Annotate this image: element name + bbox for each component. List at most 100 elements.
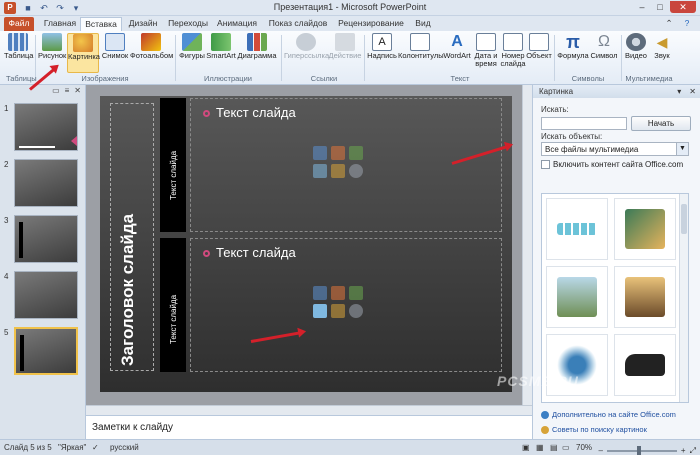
language[interactable]: русский [110, 440, 139, 455]
screenshot-icon [105, 33, 125, 51]
slide-canvas[interactable]: Заголовок слайда Текст слайда Текст слай… [100, 96, 512, 392]
hyperlink-button[interactable]: Гиперссылка [284, 33, 329, 73]
more-on-office-link[interactable]: Дополнительно на сайте Office.com [541, 410, 676, 419]
group-images-label: Изображения [81, 74, 129, 83]
video-button[interactable]: Видео [623, 33, 649, 73]
insert-media-icon[interactable] [349, 164, 363, 178]
clipart-result[interactable] [614, 198, 676, 260]
insert-chart-icon[interactable] [331, 146, 345, 160]
smartart-button[interactable]: SmartArt [206, 33, 236, 73]
action-button[interactable]: Действие [328, 33, 362, 73]
slide-thumbnail-1[interactable] [14, 103, 78, 151]
content-placeholder-2[interactable]: Текст слайда [190, 238, 502, 372]
close-window-icon[interactable]: ✕ [670, 1, 696, 13]
results-scrollbar[interactable] [679, 194, 688, 402]
outline-tab-icon[interactable]: ≡ [65, 85, 70, 97]
tab-animation[interactable]: Анимация [214, 17, 260, 31]
chart-button[interactable]: Диаграмма [236, 33, 278, 73]
clipart-result[interactable] [546, 198, 608, 260]
slides-tab-icon[interactable]: ▭ [52, 85, 60, 97]
textbox-button[interactable]: A Надпись [366, 33, 398, 73]
zoom-level[interactable]: 70% [576, 440, 592, 455]
help-icon[interactable]: ? [680, 17, 694, 31]
clipart-results [541, 193, 689, 403]
header-footer-button[interactable]: Колонтитулы [398, 33, 444, 73]
clipart-result[interactable] [614, 334, 676, 396]
hyperlink-icon [296, 33, 316, 51]
insert-picture-icon[interactable] [313, 304, 327, 318]
insert-table-icon[interactable] [313, 146, 327, 160]
fit-to-window-icon[interactable]: ⤢ [690, 443, 696, 455]
normal-view-icon[interactable]: ▣ [522, 440, 530, 455]
media-types-select[interactable]: Все файлы мультимедиа ▼ [541, 142, 689, 156]
wordart-button[interactable]: A WordArt [442, 33, 472, 73]
group-text-label: Текст [450, 74, 470, 83]
wordart-icon: A [451, 33, 463, 50]
tab-slideshow[interactable]: Показ слайдов [264, 17, 332, 31]
tab-review[interactable]: Рецензирование [334, 17, 408, 31]
insert-media-icon[interactable] [349, 304, 363, 318]
insert-table-icon[interactable] [313, 286, 327, 300]
clipart-button[interactable]: Картинка [67, 33, 100, 73]
insert-clipart-icon[interactable] [331, 304, 345, 318]
slide-number-button[interactable]: Номер слайда [500, 33, 526, 73]
editor-vertical-scrollbar[interactable] [522, 85, 532, 405]
tab-view[interactable]: Вид [410, 17, 436, 31]
clipart-result[interactable] [546, 266, 608, 328]
photo-album-button[interactable]: Фотоальбом [130, 33, 173, 73]
screenshot-button[interactable]: Снимок [101, 33, 129, 73]
clipart-search-input[interactable] [541, 117, 627, 130]
zoom-out-icon[interactable]: – [598, 443, 602, 455]
thumbnail-number: 4 [4, 272, 9, 281]
tab-design[interactable]: Дизайн [124, 17, 162, 31]
slideshow-view-icon[interactable]: ▭ [562, 440, 570, 455]
clipart-thumbnail [625, 354, 665, 376]
search-tips-link[interactable]: Советы по поиску картинок [541, 425, 647, 434]
checkbox-icon [541, 160, 550, 169]
zoom-in-icon[interactable]: + [681, 443, 686, 455]
insert-smartart-icon[interactable] [349, 146, 363, 160]
minimize-ribbon-icon[interactable]: ⌃ [662, 17, 676, 31]
sorter-view-icon[interactable]: ▦ [536, 440, 544, 455]
object-button[interactable]: Объект [526, 33, 552, 73]
slide-thumbnail-3[interactable] [14, 215, 78, 263]
insert-chart-icon[interactable] [331, 286, 345, 300]
tab-file[interactable]: Файл [4, 17, 34, 31]
clipart-thumbnail [625, 209, 665, 249]
insert-clipart-icon[interactable] [331, 164, 345, 178]
maximize-icon[interactable]: □ [652, 1, 668, 13]
tab-transitions[interactable]: Переходы [166, 17, 210, 31]
tab-insert[interactable]: Вставка [80, 17, 122, 31]
pane-options-icon[interactable]: ▾ [677, 85, 681, 98]
spellcheck-icon[interactable]: ✓ [92, 440, 99, 455]
insert-smartart-icon[interactable] [349, 286, 363, 300]
slide-thumbnail-4[interactable] [14, 271, 78, 319]
content-placeholder-1[interactable]: Текст слайда [190, 98, 502, 232]
editor-horizontal-scrollbar[interactable] [86, 405, 532, 415]
ribbon-tabs: Файл Главная Вставка Дизайн Переходы Ани… [0, 16, 700, 31]
table-button[interactable]: Таблица [4, 33, 33, 73]
tab-home[interactable]: Главная [40, 17, 80, 31]
shapes-icon [182, 33, 202, 51]
close-pane-icon[interactable]: ✕ [689, 85, 696, 98]
clipart-icon [73, 34, 93, 52]
notes-pane[interactable]: Заметки к слайду [86, 415, 532, 439]
slide-thumbnail-2[interactable] [14, 159, 78, 207]
zoom-slider[interactable] [606, 445, 677, 455]
close-pane-icon[interactable]: ✕ [74, 85, 81, 97]
formula-button[interactable]: π Формула [556, 33, 590, 73]
slide-title[interactable]: Заголовок слайда [118, 214, 138, 366]
globe-icon [541, 410, 549, 419]
sound-button[interactable]: ◀ Звук [650, 33, 674, 73]
reading-view-icon[interactable]: ▤ [550, 440, 558, 455]
slide-thumbnail-5[interactable] [14, 327, 78, 375]
insert-picture-icon[interactable] [313, 164, 327, 178]
clipart-result[interactable] [614, 266, 676, 328]
datetime-button[interactable]: Дата и время [472, 33, 500, 73]
office-content-checkbox[interactable]: Включить контент сайта Office.com [541, 160, 683, 169]
minimize-icon[interactable]: – [634, 1, 650, 13]
search-go-button[interactable]: Начать [631, 116, 691, 131]
chevron-down-icon: ▼ [676, 143, 688, 155]
symbol-button[interactable]: Ω Символ [590, 33, 618, 73]
shapes-button[interactable]: Фигуры [178, 33, 206, 73]
